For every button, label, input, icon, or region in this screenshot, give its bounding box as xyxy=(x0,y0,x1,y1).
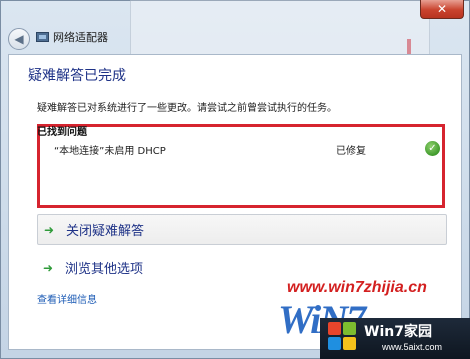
check-icon: ✓ xyxy=(425,141,440,156)
option-label: 浏览其他选项 xyxy=(65,262,144,277)
back-button[interactable]: ◀ xyxy=(8,28,30,50)
description-text: 疑难解答已对系统进行了一些更改。请尝试之前曾尝试执行的任务。 xyxy=(37,103,337,114)
window-title: 网络适配器 xyxy=(53,31,108,44)
badge-title: Win7家园 xyxy=(364,324,432,340)
problem-status: 已修复 xyxy=(336,146,366,157)
green-arrow-icon: ➜ xyxy=(44,222,55,237)
view-details-link[interactable]: 查看详细信息 xyxy=(37,291,97,306)
problems-found-title: 已找到问题 xyxy=(37,127,87,138)
problems-found-box xyxy=(37,124,445,208)
watermark-url: www.win7zhijia.cn xyxy=(287,279,427,296)
problem-name: “本地连接”未启用 DHCP xyxy=(54,146,166,157)
page-title: 疑难解答已完成 xyxy=(28,68,126,84)
option-label: 关闭疑难解答 xyxy=(66,224,145,239)
background-window xyxy=(130,0,430,62)
close-troubleshooter-option[interactable]: ➜ 关闭疑难解答 xyxy=(37,214,447,245)
site-badge: Win7家园 www.5aixt.com xyxy=(320,318,470,359)
green-arrow-icon: ➜ xyxy=(43,260,54,275)
close-button[interactable]: ✕ xyxy=(420,0,464,19)
windows-logo-icon xyxy=(328,322,358,352)
badge-url: www.5aixt.com xyxy=(382,342,443,352)
network-adapter-icon xyxy=(36,32,49,42)
